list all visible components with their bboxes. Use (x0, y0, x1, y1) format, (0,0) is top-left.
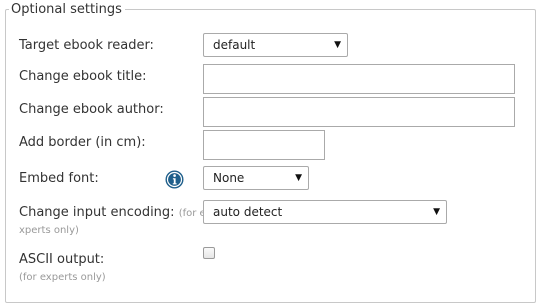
embed-font-value: None (213, 171, 245, 185)
target-reader-select[interactable]: default ▼ (203, 33, 348, 57)
ascii-output-hint: (for experts only) (19, 272, 106, 283)
embed-font-select[interactable]: None ▼ (203, 166, 309, 190)
chevron-down-icon: ▼ (334, 40, 341, 50)
encoding-value: auto detect (213, 205, 283, 219)
encoding-label: Change input encoding: (19, 205, 175, 220)
author-label: Change ebook author: (19, 102, 164, 117)
section-legend: Optional settings (9, 2, 125, 18)
ascii-output-label: ASCII output: (19, 252, 105, 267)
target-reader-label: Target ebook reader: (19, 38, 154, 53)
title-input[interactable] (203, 64, 515, 94)
embed-font-label: Embed font: (19, 171, 99, 186)
chevron-down-icon: ▼ (295, 173, 302, 183)
target-reader-value: default (213, 38, 256, 52)
border-label: Add border (in cm): (19, 135, 146, 150)
border-input[interactable] (203, 130, 325, 160)
encoding-select[interactable]: auto detect ▼ (203, 200, 447, 224)
page: Optional settings Target ebook reader: d… (0, 0, 541, 307)
chevron-down-icon: ▼ (433, 207, 440, 217)
encoding-hint-continued: xperts only) (19, 225, 79, 236)
encoding-label-row: Change input encoding: (for e (19, 205, 206, 221)
info-icon[interactable] (165, 170, 184, 189)
title-label: Change ebook title: (19, 69, 147, 84)
ascii-output-checkbox[interactable] (203, 247, 215, 259)
author-input[interactable] (203, 97, 515, 127)
encoding-hint: (for e (178, 208, 206, 219)
